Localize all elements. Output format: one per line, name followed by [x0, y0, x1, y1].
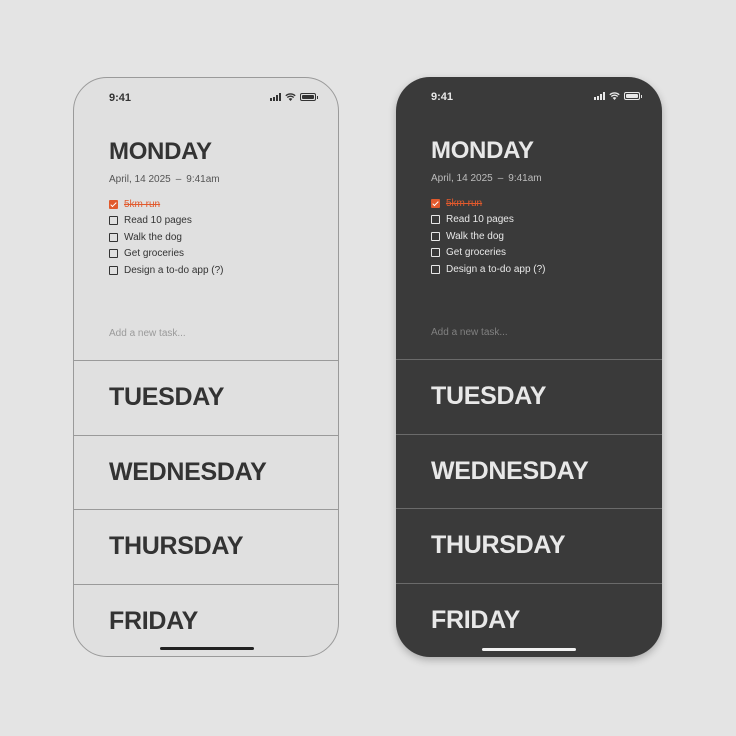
checkbox[interactable]: [431, 264, 440, 274]
day-row-thursday[interactable]: THURSDAY: [396, 508, 662, 583]
day-row-tuesday[interactable]: TUESDAY: [74, 360, 338, 435]
day-list: TUESDAY WEDNESDAY THURSDAY FRIDAY: [74, 360, 338, 657]
task-label: Read 10 pages: [124, 215, 192, 227]
checkbox[interactable]: [109, 249, 118, 259]
task-label: Walk the dog: [124, 231, 182, 243]
battery-icon: [300, 93, 318, 101]
day-row-tuesday[interactable]: TUESDAY: [396, 359, 662, 434]
task-label: Walk the dog: [446, 230, 504, 242]
add-task-input[interactable]: [109, 328, 309, 339]
date-time-line: April, 14 2025 – 9:41am: [431, 173, 542, 184]
add-task-input[interactable]: [431, 327, 631, 338]
task-label: Design a to-do app (?): [124, 264, 224, 276]
day-row-wednesday[interactable]: WEDNESDAY: [74, 434, 338, 510]
day-row-thursday[interactable]: THURSDAY: [74, 509, 338, 584]
day-row-wednesday[interactable]: WEDNESDAY: [396, 433, 662, 509]
wifi-icon: [609, 92, 620, 100]
task-item[interactable]: 5km run: [109, 196, 224, 213]
task-label: Design a to-do app (?): [446, 263, 546, 275]
day-row-friday[interactable]: FRIDAY: [396, 582, 662, 658]
checkbox[interactable]: [109, 216, 118, 226]
status-icons: [270, 93, 318, 101]
task-item[interactable]: Walk the dog: [109, 229, 224, 246]
day-list: TUESDAY WEDNESDAY THURSDAY FRIDAY: [396, 359, 662, 657]
task-item[interactable]: Get groceries: [431, 245, 546, 262]
status-time: 9:41: [109, 92, 132, 104]
task-list: 5km run Read 10 pages Walk the dog Get g…: [109, 196, 224, 279]
task-item[interactable]: Get groceries: [109, 246, 224, 263]
task-label: 5km run: [446, 197, 483, 209]
time-text: 9:41am: [508, 173, 542, 184]
light-phone: 9:41 MONDAY April, 14 2025 – 9:41am 5km …: [73, 77, 339, 657]
home-indicator[interactable]: [482, 648, 576, 651]
task-item[interactable]: Read 10 pages: [431, 212, 546, 229]
checkbox[interactable]: [109, 265, 118, 275]
task-label: 5km run: [124, 198, 161, 210]
checkbox-checked[interactable]: [431, 198, 440, 208]
status-icons: [594, 92, 642, 100]
task-label: Get groceries: [446, 247, 507, 259]
wifi-icon: [285, 93, 296, 101]
task-label: Read 10 pages: [446, 214, 514, 226]
cellular-signal-icon: [270, 93, 281, 101]
cellular-signal-icon: [594, 92, 605, 100]
task-list: 5km run Read 10 pages Walk the dog Get g…: [431, 195, 546, 278]
battery-icon: [624, 92, 642, 100]
day-title: MONDAY: [431, 137, 534, 164]
task-label: Get groceries: [124, 248, 185, 260]
task-item[interactable]: 5km run: [431, 195, 546, 212]
home-indicator[interactable]: [160, 647, 254, 650]
date-time-line: April, 14 2025 – 9:41am: [109, 174, 220, 185]
date-text: April, 14 2025: [109, 174, 171, 185]
checkbox[interactable]: [431, 231, 440, 241]
time-text: 9:41am: [186, 174, 220, 185]
task-item[interactable]: Walk the dog: [431, 228, 546, 245]
checkbox[interactable]: [431, 248, 440, 258]
day-row-friday[interactable]: FRIDAY: [74, 583, 338, 657]
date-separator: –: [175, 174, 182, 185]
task-item[interactable]: Design a to-do app (?): [109, 262, 224, 279]
dark-phone: 9:41 MONDAY April, 14 2025 – 9:41am 5km …: [396, 77, 662, 657]
date-separator: –: [497, 173, 504, 184]
status-time: 9:41: [431, 91, 454, 103]
task-item[interactable]: Read 10 pages: [109, 213, 224, 230]
task-item[interactable]: Design a to-do app (?): [431, 261, 546, 278]
day-title: MONDAY: [109, 138, 212, 165]
checkbox[interactable]: [431, 215, 440, 225]
date-text: April, 14 2025: [431, 173, 493, 184]
checkbox-checked[interactable]: [109, 199, 118, 209]
checkbox[interactable]: [109, 232, 118, 242]
